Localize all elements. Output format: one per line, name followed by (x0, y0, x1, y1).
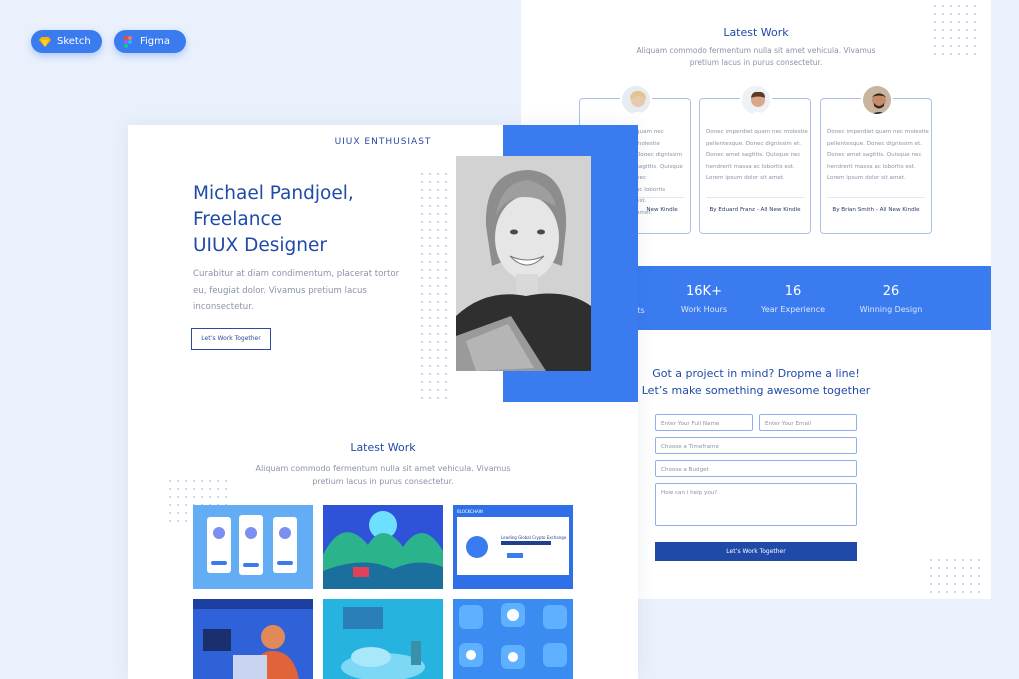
hero-description: Curabitur at diam condimentum, placerat … (193, 269, 400, 312)
stat-label: Work Hours (680, 305, 728, 314)
dot-pattern (927, 556, 983, 596)
stat-label: Year Experience (760, 305, 826, 314)
testimonial-card: Donec imperdiet quam nec molestie pellen… (820, 98, 932, 234)
latest-work-title: Latest Work (350, 441, 416, 454)
stat-label: Winning Design (859, 305, 923, 314)
testimonial-text: Donec imperdiet quam nec molestie pellen… (706, 129, 808, 181)
hero-heading: Michael Pandjoel, Freelance UIUX Designe… (193, 181, 354, 259)
stat-number: 16K+ (686, 284, 722, 299)
testimonial-card: Donec imperdiet quam nec molestie pellen… (699, 98, 811, 234)
latest-work-subtitle: Aliquam commodo fermentum nulla sit amet… (636, 46, 876, 67)
portfolio-thumbnail[interactable] (323, 505, 443, 589)
stat-item: 16 Year Experience (748, 284, 838, 314)
stat-number: 16 (784, 284, 802, 299)
portfolio-thumbnail[interactable] (193, 599, 313, 679)
message-textarea[interactable]: How can i help you? (655, 483, 857, 526)
hero-line: Michael Pandjoel, (193, 183, 354, 204)
stat-item: 26 Winning Design (846, 284, 936, 314)
testimonial-author: New Kindle (646, 207, 678, 213)
thumbnail-headline: Leading Global Crypto Exchange (501, 535, 567, 540)
portrait-photo (456, 156, 591, 371)
testimonial-author: By Brian Smith - All New Kindle (832, 207, 920, 213)
divider (706, 197, 804, 198)
portfolio-thumbnail[interactable] (453, 599, 573, 679)
figma-badge[interactable]: Figma (114, 30, 186, 53)
stat-item: 16K+ Work Hours (659, 284, 749, 314)
sketch-icon (39, 36, 51, 47)
timeframe-select[interactable]: Choose a Timeframe (655, 437, 857, 454)
divider (827, 197, 925, 198)
email-input[interactable]: Enter Your Email (759, 414, 857, 431)
latest-work-title: Latest Work (723, 26, 789, 39)
portfolio-thumbnail[interactable]: BLOCKCHAIN Leading Global Crypto Exchang… (453, 505, 573, 589)
hero-line: Freelance (193, 209, 283, 230)
testimonial-text: quam nec molestie Donec dignissim sagitt… (636, 129, 683, 216)
budget-select[interactable]: Choose a Budget (655, 460, 857, 477)
sketch-label: Sketch (57, 36, 91, 47)
portfolio-thumbnail[interactable] (193, 505, 313, 589)
avatar (861, 84, 893, 116)
avatar (620, 84, 652, 116)
latest-work-subtitle: Aliquam commodo fermentum nulla sit amet… (255, 464, 511, 486)
testimonial-text: Donec imperdiet quam nec molestie pellen… (827, 129, 929, 181)
portfolio-thumbnail[interactable] (323, 599, 443, 679)
work-together-button[interactable]: Let’s Work Together (191, 328, 271, 350)
thumbnail-label: BLOCKCHAIN (457, 509, 483, 514)
submit-button[interactable]: Let’s Work Together (655, 542, 857, 561)
hero-line: UIUX Designer (193, 235, 327, 256)
sketch-badge[interactable]: Sketch (31, 30, 102, 53)
avatar (740, 84, 772, 116)
figma-label: Figma (140, 36, 171, 47)
figma-icon (124, 35, 132, 48)
stat-number: 26 (882, 284, 900, 299)
front-page-preview: UIUX ENTHUSIAST Michael Pandjoel, Freela… (128, 125, 638, 679)
name-input[interactable]: Enter Your Full Name (655, 414, 753, 431)
dot-pattern (418, 170, 452, 400)
testimonial-author: By Eduard Franz - All New Kindle (709, 207, 801, 213)
